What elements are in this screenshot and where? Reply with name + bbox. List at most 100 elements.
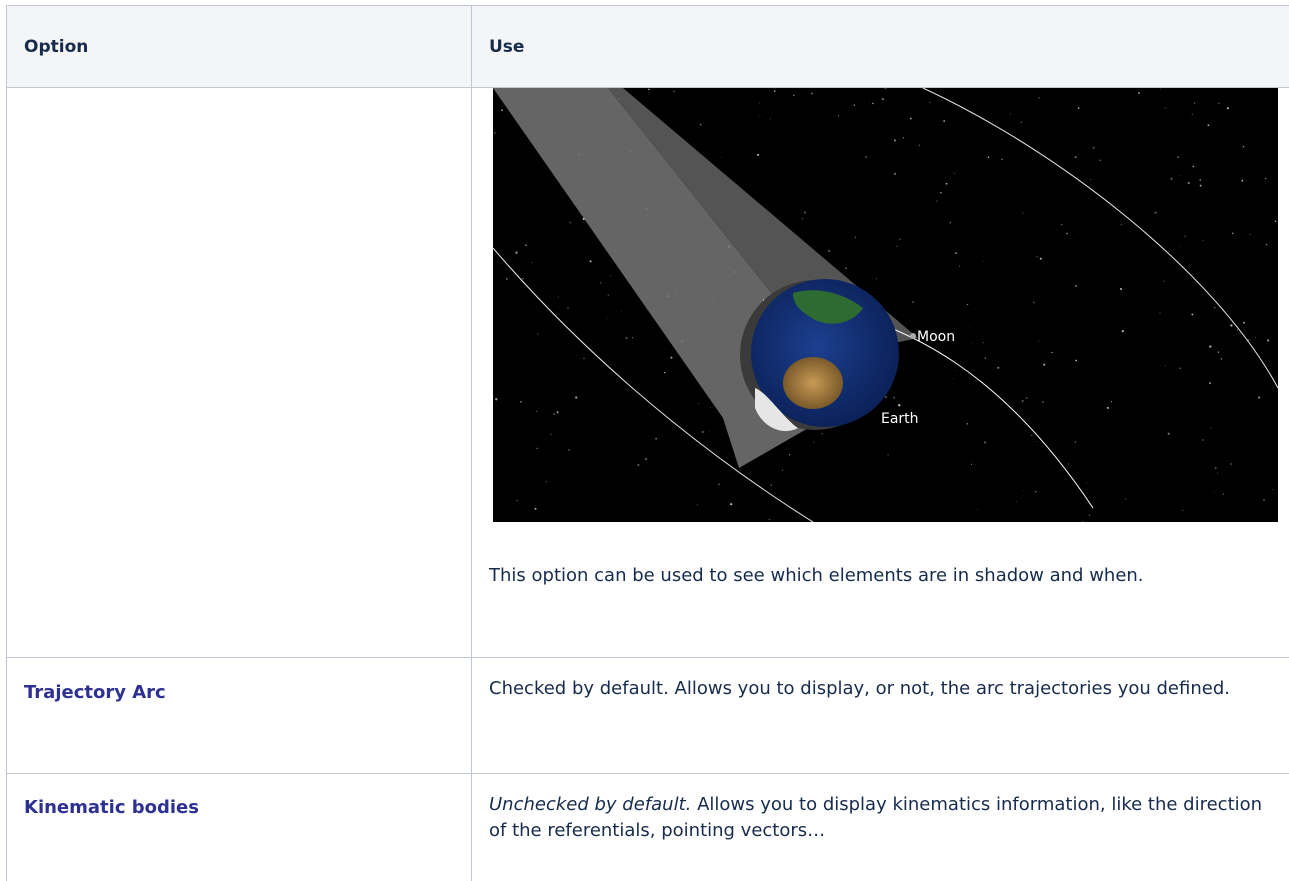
star [1154, 211, 1157, 214]
star [984, 357, 987, 359]
star [501, 109, 504, 112]
star [1023, 490, 1025, 492]
star [949, 222, 952, 224]
star [557, 296, 559, 298]
star [1021, 399, 1024, 403]
star [567, 448, 570, 452]
star [1255, 336, 1256, 338]
star [599, 281, 602, 284]
star [625, 337, 628, 340]
row-divider [6, 657, 1289, 658]
star [912, 301, 914, 303]
star [515, 251, 518, 254]
star [953, 378, 955, 380]
star [730, 503, 733, 506]
star [1249, 234, 1251, 235]
star [1187, 181, 1190, 185]
star [1202, 239, 1204, 242]
unchecked-default-text: Unchecked by default. [489, 794, 692, 815]
star [983, 261, 985, 262]
star [1043, 363, 1046, 366]
star [1159, 312, 1161, 314]
star [621, 311, 622, 313]
kinematic-bodies-link[interactable]: Kinematic bodies [24, 797, 199, 818]
star [1141, 266, 1143, 268]
star [1016, 501, 1017, 502]
star [940, 191, 942, 194]
star [945, 182, 948, 185]
star [575, 396, 578, 399]
star [1209, 345, 1212, 348]
star [759, 114, 761, 116]
star [810, 92, 813, 95]
star [536, 410, 538, 412]
star [1199, 179, 1201, 181]
star [1191, 313, 1194, 316]
star [710, 406, 711, 408]
star [997, 366, 1000, 369]
star [696, 504, 698, 506]
star [718, 483, 721, 486]
row-2-use-text: Checked by default. Allows you to displa… [489, 678, 1230, 699]
star [1213, 306, 1216, 309]
star [556, 411, 559, 414]
star [943, 120, 946, 123]
star [1163, 280, 1165, 282]
star [673, 90, 675, 93]
star [1191, 113, 1193, 115]
star [644, 457, 648, 461]
star [1230, 463, 1233, 465]
star [987, 156, 990, 158]
star [1265, 243, 1268, 246]
star [1035, 440, 1038, 443]
star [545, 481, 547, 483]
star [1039, 257, 1042, 260]
star [553, 413, 555, 415]
star [1035, 490, 1037, 493]
star [853, 104, 856, 106]
star [699, 123, 702, 126]
star [887, 454, 889, 456]
star [1001, 158, 1003, 160]
star [1192, 165, 1195, 168]
star [827, 249, 831, 253]
star [569, 221, 572, 224]
star [632, 337, 634, 339]
header-use: Use [489, 37, 525, 57]
star [1020, 121, 1023, 124]
star [955, 252, 958, 255]
star [936, 200, 938, 202]
star [1075, 359, 1078, 362]
star [721, 156, 723, 158]
star [782, 469, 783, 471]
star [1089, 179, 1091, 180]
star [770, 484, 773, 486]
star [589, 260, 592, 263]
options-table: Option Use Moon Earth This option can be… [0, 0, 1289, 881]
trajectory-arc-link[interactable]: Trajectory Arc [24, 682, 166, 703]
star [1125, 498, 1127, 500]
star [865, 156, 867, 158]
star [907, 390, 909, 392]
star [583, 357, 585, 360]
star [1218, 102, 1220, 105]
star [1138, 92, 1140, 95]
star [1092, 146, 1095, 149]
star [698, 403, 699, 405]
star [1110, 401, 1113, 403]
star [1243, 321, 1245, 324]
star [519, 400, 522, 403]
star [1120, 223, 1123, 226]
star [516, 499, 518, 502]
star [958, 265, 961, 267]
star [1209, 382, 1212, 385]
star [1164, 365, 1166, 367]
table-header-row: Option Use [6, 5, 1289, 87]
star [1010, 113, 1012, 115]
star [522, 277, 524, 280]
star [971, 343, 973, 344]
star [1222, 493, 1224, 495]
star [637, 463, 640, 467]
star [1180, 175, 1182, 176]
star [955, 370, 957, 371]
